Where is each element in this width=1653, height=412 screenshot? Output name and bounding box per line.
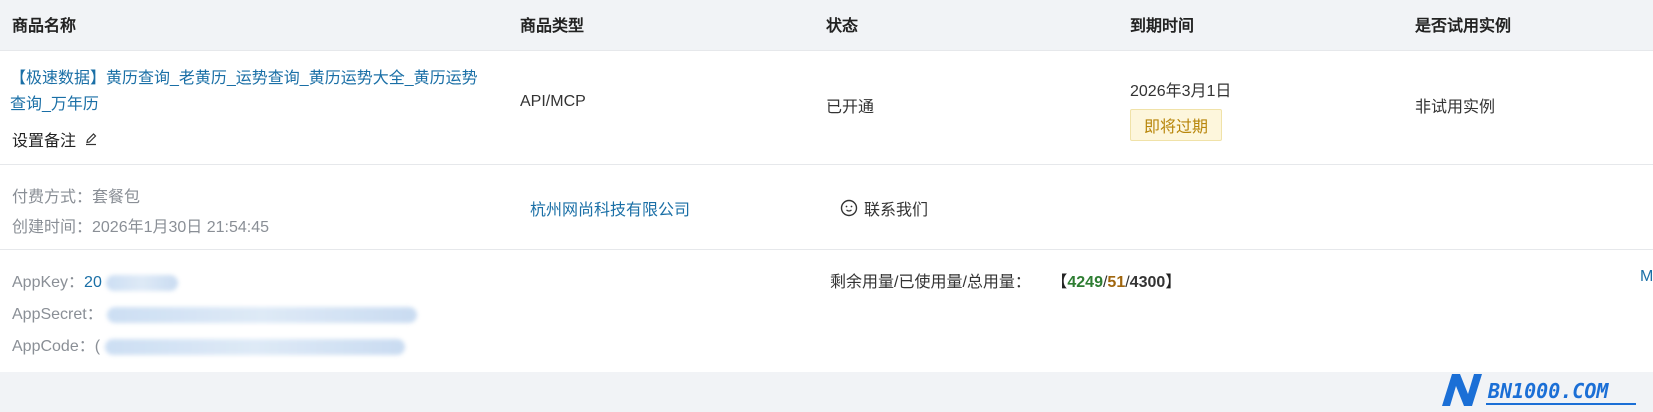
vendor-link[interactable]: 杭州网尚科技有限公司 [530,196,690,220]
appsecret-label: AppSecret： [12,306,103,323]
payment-method: 付费方式：套餐包 [12,189,141,206]
site-watermark-logo: BN1000.COM [1442,374,1636,406]
expiry-badge: 即将过期 [1130,109,1223,141]
contact-us-label: 联系我们 [864,202,929,219]
svg-text:BN1000.COM: BN1000.COM [1487,379,1609,403]
usage-summary: 剩余用量/已使用量/总用量： 【4249/51/4300】 [830,268,1181,292]
product-name-link[interactable]: 【极速数据】黄历查询_老黄历_运势查询_黄历运势大全_黄历运势查询_万年历 [10,66,480,118]
usage-open-bracket: 【 [1051,274,1068,291]
appkey-label: AppKey： [12,274,85,291]
set-note-button[interactable]: 设置备注 [12,127,98,151]
appsecret-redacted[interactable] [107,306,418,323]
usage-used: 51 [1107,274,1126,291]
usage-label: 剩余用量/已使用量/总用量： [830,274,1031,291]
appkey-redacted [106,274,179,291]
usage-close-bracket: 】 [1165,274,1182,291]
trial-status: 非试用实例 [1415,99,1496,116]
col-header-type: 商品类型 [520,18,585,35]
col-header-trial: 是否试用实例 [1415,18,1512,35]
col-header-expiry: 到期时间 [1130,18,1195,35]
credentials-row: AppKey：20 AppSecret： AppCode：( 剩余用量/已使用量… [0,250,1653,372]
product-type: API/MCP [520,93,586,110]
col-header-name: 商品名称 [12,18,77,35]
usage-total: 4300 [1129,274,1166,291]
appkey-value[interactable]: 20 [84,274,102,291]
chat-face-icon [840,199,858,217]
col-header-status: 状态 [826,18,859,35]
appsecret-line: AppSecret： [12,300,418,324]
appcode-value[interactable]: ( [95,338,100,355]
manage-link-partial[interactable]: M [1640,268,1653,286]
product-status: 已开通 [826,99,875,116]
table-footer [0,372,1653,412]
appcode-label: AppCode： [12,338,95,355]
created-time: 创建时间：2026年1月30日 21:54:45 [12,219,270,236]
contact-us-button[interactable]: 联系我们 [840,196,928,220]
edit-icon [86,133,97,146]
set-note-label: 设置备注 [12,133,77,150]
appkey-line: AppKey：20 [12,268,179,292]
usage-remaining: 4249 [1067,274,1103,291]
details-row: 付费方式：套餐包 创建时间：2026年1月30日 21:54:45 杭州网尚科技… [0,165,1653,250]
appcode-redacted [104,338,405,355]
expiry-date: 2026年3月1日 [1130,83,1232,100]
appcode-line: AppCode：( [12,332,405,356]
table-header: 商品名称 商品类型 状态 到期时间 是否试用实例 [0,0,1653,51]
table-row: 【极速数据】黄历查询_老黄历_运势查询_黄历运势大全_黄历运势查询_万年历 设置… [0,51,1653,165]
